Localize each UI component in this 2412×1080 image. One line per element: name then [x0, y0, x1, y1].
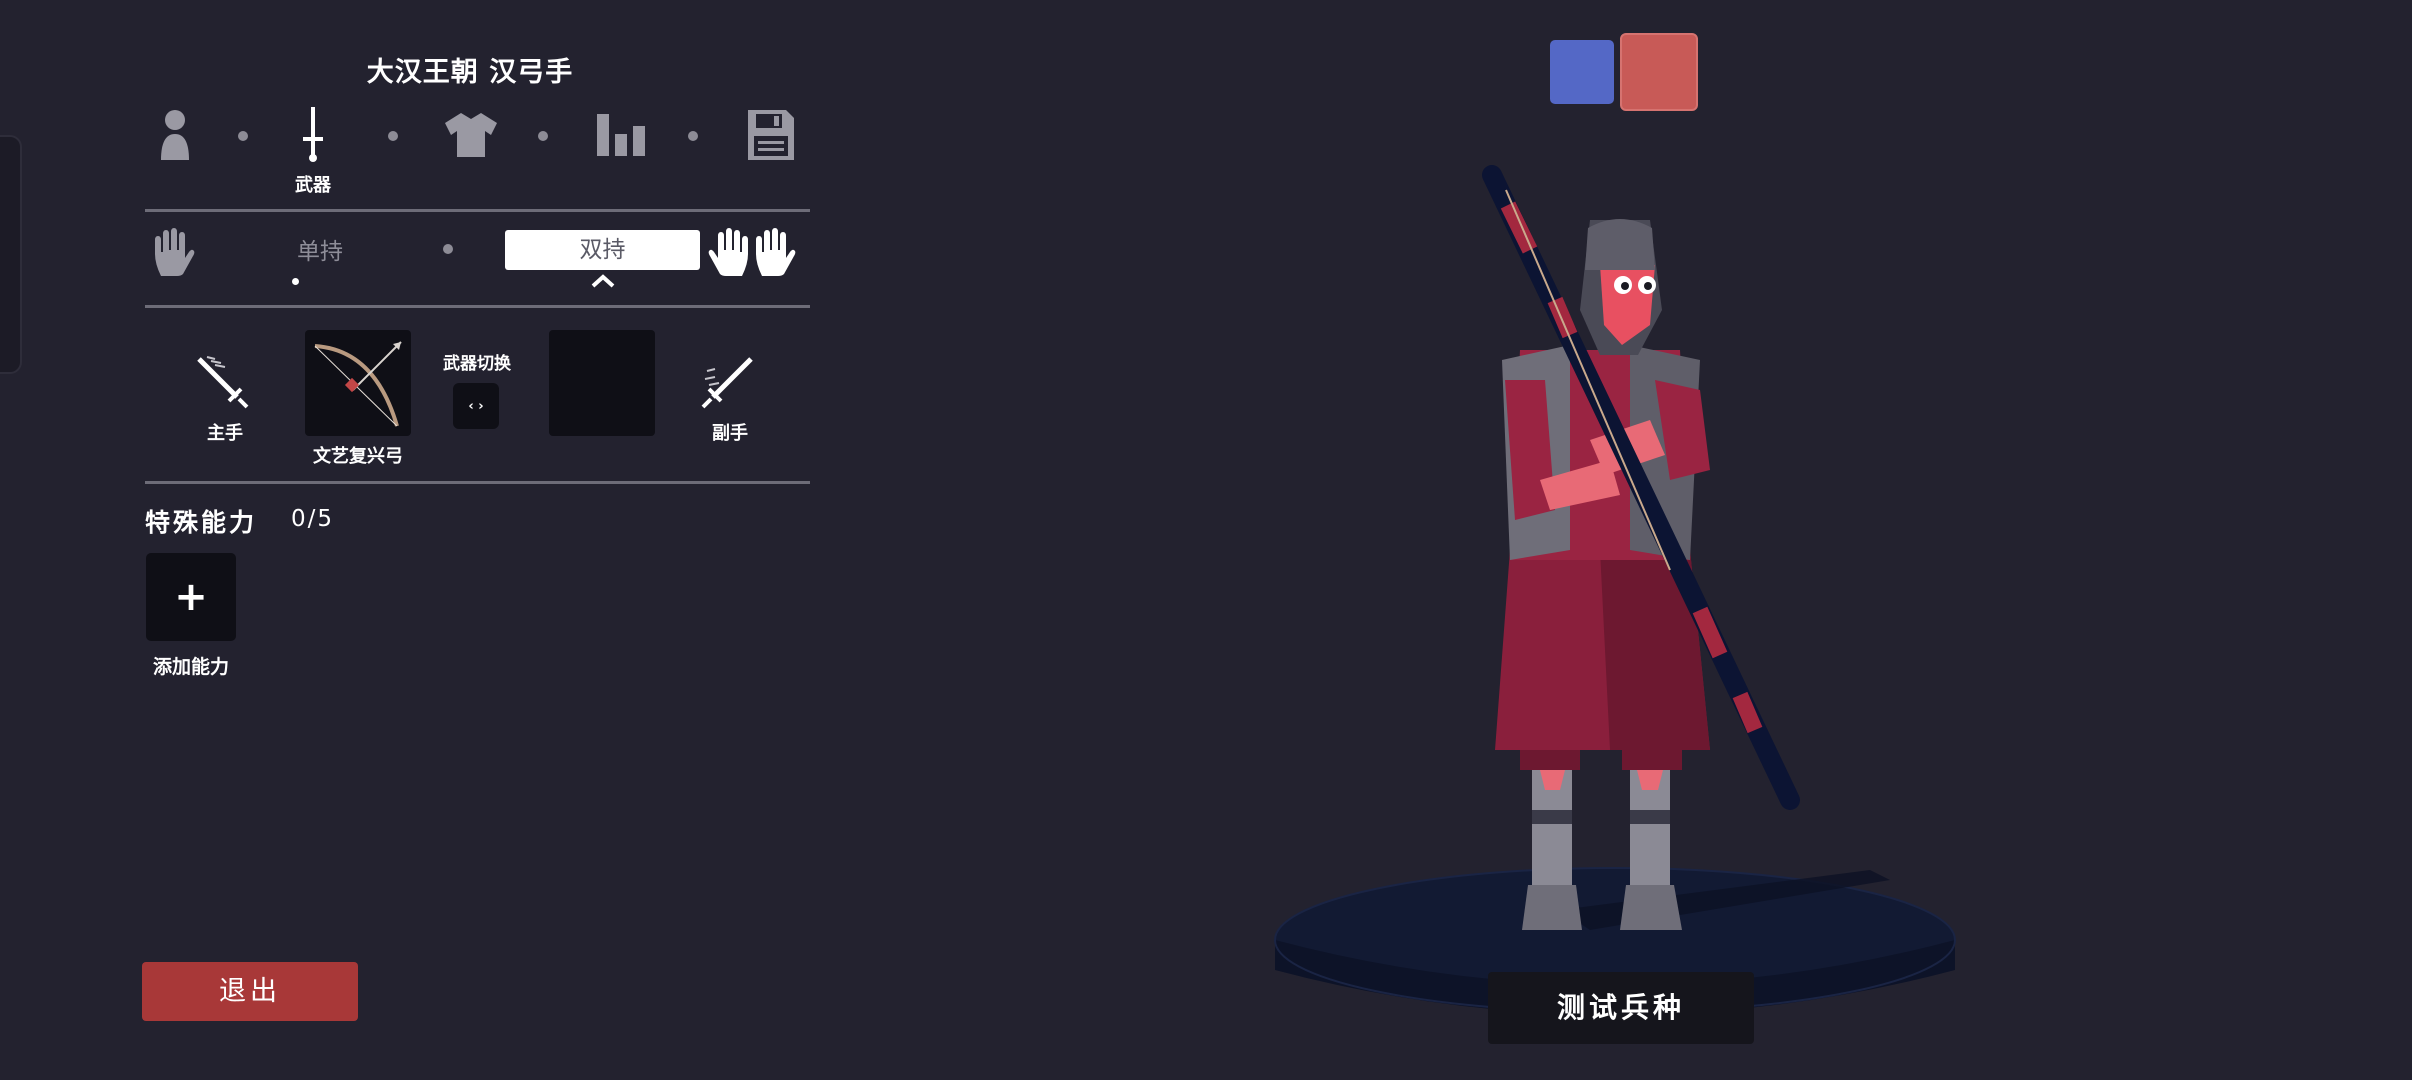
team-red-swatch[interactable]: [1620, 33, 1698, 111]
stats-icon[interactable]: [591, 105, 651, 165]
dual-hands-icon[interactable]: [708, 228, 796, 278]
off-hand-weapon-slot[interactable]: [549, 330, 655, 436]
divider: [145, 209, 810, 212]
unit-preview[interactable]: [1270, 150, 1970, 1070]
abilities-title: 特殊能力: [145, 508, 258, 537]
person-icon[interactable]: [145, 105, 205, 165]
sword-icon[interactable]: [283, 105, 343, 165]
step-separator: [538, 131, 548, 141]
add-ability-button[interactable]: +: [146, 553, 236, 641]
single-hand-icon[interactable]: [153, 228, 195, 278]
main-hand-sword-icon[interactable]: [193, 353, 249, 409]
hold-dual-option[interactable]: 双持: [505, 230, 700, 270]
chevron-up-icon: [591, 274, 615, 288]
divider: [145, 481, 810, 484]
weapon-switch-label: 武器切换: [443, 354, 511, 374]
weapon-slots-row: 主手 文艺复兴弓 武器切换 ‹ › 副手: [145, 325, 810, 475]
step-separator: [688, 131, 698, 141]
team-blue-swatch[interactable]: [1550, 40, 1614, 104]
exit-button[interactable]: 退出: [142, 962, 358, 1021]
side-drawer-handle[interactable]: [0, 135, 22, 374]
step-label-weapon: 武器: [295, 175, 331, 196]
weapon-switch-button[interactable]: ‹ ›: [453, 383, 499, 429]
hold-separator: [443, 244, 453, 254]
hold-single-indicator: [292, 278, 299, 285]
editor-steps: 武器: [145, 105, 810, 196]
off-hand-label: 副手: [712, 423, 748, 444]
main-weapon-slot[interactable]: [305, 330, 411, 436]
main-hand-label: 主手: [207, 423, 243, 444]
test-unit-button[interactable]: 测试兵种: [1488, 972, 1754, 1044]
save-icon[interactable]: [741, 105, 801, 165]
hold-single-option[interactable]: 单持: [270, 232, 370, 266]
off-hand-sword-icon[interactable]: [701, 353, 757, 409]
step-separator: [388, 131, 398, 141]
shirt-icon[interactable]: [441, 105, 501, 165]
abilities-count: 0/5: [291, 506, 335, 532]
main-weapon-name: 文艺复兴弓: [313, 446, 403, 467]
divider: [145, 305, 810, 308]
hold-mode-row: 单持 双持: [145, 222, 810, 292]
bow-icon: [314, 341, 402, 427]
step-separator: [238, 131, 248, 141]
add-ability-label: 添加能力: [152, 656, 229, 678]
unit-title: 大汉王朝 汉弓手: [366, 57, 574, 88]
